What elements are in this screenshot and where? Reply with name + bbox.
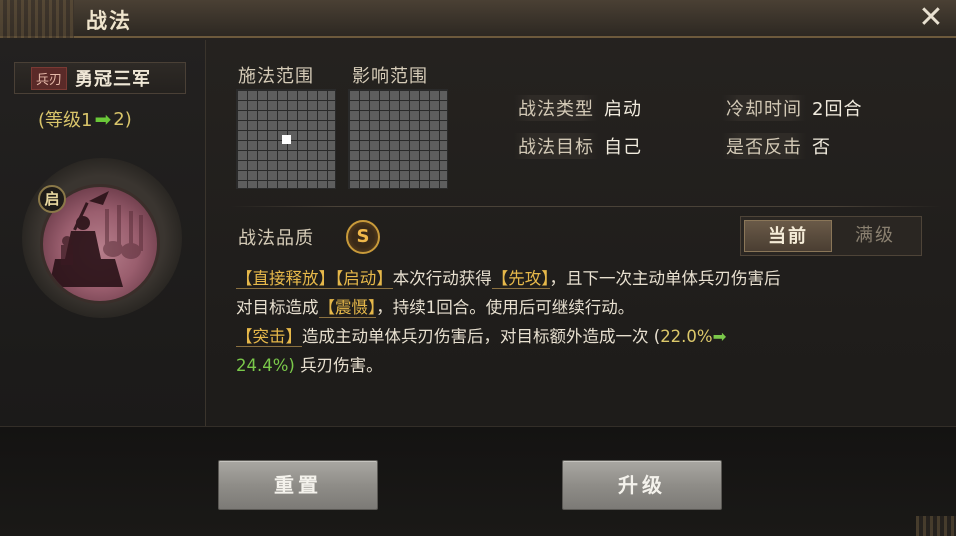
skill-description: 【直接释放】【启动】本次行动获得【先攻】，且下一次主动单体兵刃伤害后 对目标造成… [236, 264, 944, 380]
info-target-key: 战法目标 [514, 133, 598, 159]
close-icon[interactable]: ✕ [914, 2, 948, 36]
effect-range-grid [348, 89, 448, 189]
info-type: 战法类型 启动 [514, 95, 642, 121]
keyword-first-strike: 【先攻】 [491, 269, 550, 289]
keyword-trigger: 【启动】 [335, 269, 393, 289]
info-target: 战法目标 自己 [514, 133, 642, 159]
tab-current-level[interactable]: 当前 [744, 220, 832, 252]
trigger-type-badge: 启 [38, 185, 66, 213]
quality-label: 战法品质 [238, 228, 314, 249]
reset-button[interactable]: 重置 [218, 460, 378, 510]
description-text: 本次行动获得 [392, 269, 492, 288]
cast-range-grid [236, 89, 336, 189]
action-bar [0, 426, 956, 536]
info-cooldown: 冷却时间 2回合 [722, 95, 862, 121]
description-text: ，持续1回合。使用后可继续行动。 [376, 298, 635, 317]
keyword-direct-cast: 【直接释放】 [236, 269, 335, 289]
cast-range-label: 施法范围 [238, 66, 314, 87]
skill-type-tag: 兵刃 [31, 66, 68, 90]
caster-cell [282, 135, 291, 144]
effect-range-label: 影响范围 [352, 66, 428, 87]
section-divider [230, 206, 942, 207]
damage-value-current: 22.0% [660, 327, 713, 346]
skill-window: 战法 ✕ 兵刃 勇冠三军 (等级1 ➡ 2) 启 施法范围 影响范围 战法类型 … [0, 0, 956, 536]
corner-ornament [916, 516, 956, 536]
damage-value-next: 24.4%) [236, 356, 295, 375]
description-line-1: 【直接释放】【启动】本次行动获得【先攻】，且下一次主动单体兵刃伤害后 [236, 264, 944, 293]
info-cooldown-value: 2回合 [812, 99, 863, 120]
title-ornament [0, 0, 74, 38]
upgrade-arrow-icon: ➡ [712, 327, 727, 346]
level-to: 2) [113, 108, 132, 130]
level-view-toggle: 当前 满级 [740, 216, 922, 256]
info-counter-key: 是否反击 [722, 133, 806, 159]
description-line-2: 对目标造成【震慑】，持续1回合。使用后可继续行动。 [236, 293, 944, 322]
description-text: 兵刃伤害。 [294, 356, 383, 375]
description-line-4: 24.4%) 兵刃伤害。 [236, 351, 944, 380]
level-arrow-icon: ➡ [94, 107, 112, 131]
skill-name-box: 兵刃 勇冠三军 [14, 62, 186, 94]
keyword-assault: 【突击】 [236, 327, 302, 347]
description-line-3: 【突击】造成主动单体兵刃伤害后，对目标额外造成一次 (22.0%➡ [236, 322, 944, 351]
title-bar: 战法 ✕ [0, 0, 956, 38]
upgrade-button[interactable]: 升级 [562, 460, 722, 510]
quality-grade-badge: S [346, 220, 380, 254]
skill-level: (等级1 ➡ 2) [38, 106, 132, 132]
keyword-stun: 【震慑】 [318, 298, 377, 318]
level-from: (等级1 [38, 110, 93, 131]
description-text: 造成主动单体兵刃伤害后，对目标额外造成一次 ( [302, 327, 661, 346]
info-target-value: 自己 [604, 137, 642, 158]
tab-max-level[interactable]: 满级 [832, 220, 918, 252]
window-title: 战法 [86, 9, 132, 33]
description-text: 对目标造成 [236, 298, 319, 317]
info-cooldown-key: 冷却时间 [722, 95, 806, 121]
info-type-key: 战法类型 [514, 95, 598, 121]
info-counter: 是否反击否 [722, 133, 831, 159]
description-text: ，且下一次主动单体兵刃伤害后 [549, 269, 781, 288]
info-type-value: 启动 [604, 99, 642, 120]
info-counter-value: 否 [812, 137, 831, 158]
skill-name: 勇冠三军 [75, 69, 152, 90]
